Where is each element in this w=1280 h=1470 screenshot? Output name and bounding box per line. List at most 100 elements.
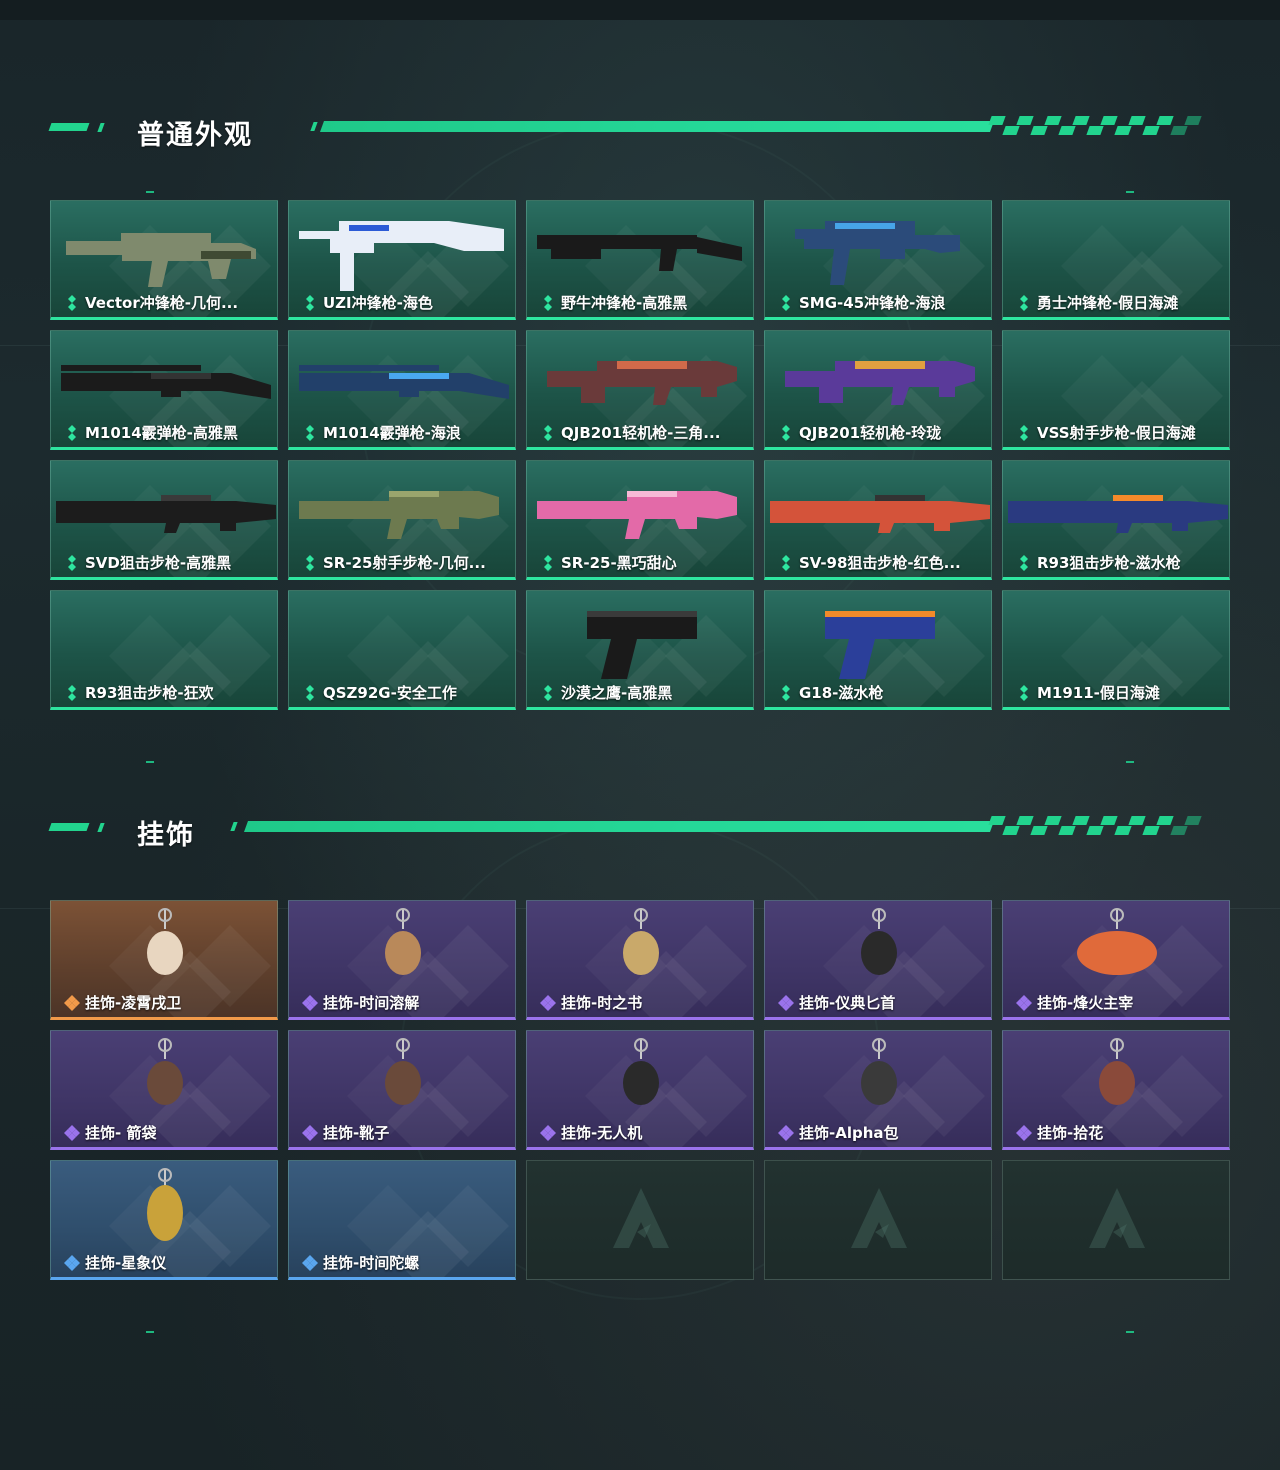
skin-card[interactable]: QJB201轻机枪-三角...	[526, 330, 754, 450]
rarity-icon	[302, 1125, 318, 1141]
header-checker-pattern	[988, 816, 1202, 836]
item-name: 挂饰-凌霄戌卫	[85, 994, 182, 1012]
item-name: SMG-45冲锋枪-海浪	[799, 294, 946, 312]
item-name: 勇士冲锋枪-假日海滩	[1037, 294, 1179, 312]
header-rule-slash	[230, 822, 238, 831]
charm-icon	[623, 908, 659, 975]
header-rule-slash	[310, 122, 318, 131]
rarity-icon	[540, 995, 556, 1011]
skin-card[interactable]: QSZ92G-安全工作	[288, 590, 516, 710]
skin-card[interactable]: SR-25-黑巧甜心	[526, 460, 754, 580]
empty-slot	[526, 1160, 754, 1280]
charm-icon	[147, 1168, 183, 1241]
item-name: 挂饰-星象仪	[85, 1254, 167, 1272]
charm-card[interactable]: 挂饰-凌霄戌卫	[50, 900, 278, 1020]
top-bar	[0, 0, 1280, 20]
pistol-icon	[825, 611, 935, 679]
rarity-icon	[306, 295, 314, 311]
shotgun-icon	[299, 365, 509, 399]
rarity-icon	[782, 685, 790, 701]
empty-slot	[764, 1160, 992, 1280]
skin-card[interactable]: QJB201轻机枪-玲珑	[764, 330, 992, 450]
charm-card[interactable]: 挂饰-Alpha包	[764, 1030, 992, 1150]
skin-card[interactable]: SMG-45冲锋枪-海浪	[764, 200, 992, 320]
header-rule	[319, 121, 995, 132]
rarity-icon	[306, 425, 314, 441]
item-name: 挂饰- 箭袋	[85, 1124, 157, 1142]
rarity-icon	[1016, 995, 1032, 1011]
skin-card[interactable]: M1911-假日海滩	[1002, 590, 1230, 710]
corner-tick	[1126, 761, 1134, 763]
item-name: SR-25-黑巧甜心	[561, 554, 677, 572]
item-name: VSS射手步枪-假日海滩	[1037, 424, 1196, 442]
charm-card[interactable]: 挂饰-拾花	[1002, 1030, 1230, 1150]
rarity-icon	[544, 295, 552, 311]
charm-icon	[861, 1038, 897, 1105]
item-name: QJB201轻机枪-三角...	[561, 424, 721, 442]
charm-card[interactable]: 挂饰-仪典匕首	[764, 900, 992, 1020]
skin-card[interactable]: UZI冲锋枪-海色	[288, 200, 516, 320]
rarity-icon	[68, 295, 76, 311]
dmr-icon	[299, 491, 499, 539]
skin-card[interactable]: G18-滋水枪	[764, 590, 992, 710]
rarity-icon	[1020, 685, 1028, 701]
skin-card[interactable]: SR-25射手步枪-几何...	[288, 460, 516, 580]
item-name: 挂饰-靴子	[323, 1124, 390, 1142]
lmg-icon	[785, 361, 975, 405]
item-name: R93狙击步枪-滋水枪	[1037, 554, 1181, 572]
skin-card[interactable]: M1014霰弹枪-海浪	[288, 330, 516, 450]
rarity-icon	[302, 1255, 318, 1271]
skin-card[interactable]: VSS射手步枪-假日海滩	[1002, 330, 1230, 450]
charm-icon	[1077, 908, 1157, 975]
item-name: G18-滋水枪	[799, 684, 884, 702]
skin-card[interactable]: SV-98狙击步枪-红色...	[764, 460, 992, 580]
skin-card[interactable]: 沙漠之鹰-高雅黑	[526, 590, 754, 710]
item-name: 挂饰-无人机	[561, 1124, 643, 1142]
item-name: M1014霰弹枪-海浪	[323, 424, 461, 442]
sniper-icon	[56, 495, 276, 533]
charm-icon	[861, 908, 897, 975]
skin-card[interactable]: 野牛冲锋枪-高雅黑	[526, 200, 754, 320]
charm-card[interactable]: 挂饰-星象仪	[50, 1160, 278, 1280]
header-rule	[243, 821, 995, 832]
corner-tick	[146, 191, 154, 193]
charm-card[interactable]: 挂饰-时之书	[526, 900, 754, 1020]
empty-slot-logo-icon	[613, 1188, 669, 1248]
skin-card[interactable]: Vector冲锋枪-几何...	[50, 200, 278, 320]
item-name: SVD狙击步枪-高雅黑	[85, 554, 232, 572]
skin-card[interactable]: 勇士冲锋枪-假日海滩	[1002, 200, 1230, 320]
rarity-icon	[544, 685, 552, 701]
rarity-icon	[778, 1125, 794, 1141]
charm-card[interactable]: 挂饰-时间溶解	[288, 900, 516, 1020]
item-name: M1014霰弹枪-高雅黑	[85, 424, 238, 442]
skin-card[interactable]: R93狙击步枪-狂欢	[50, 590, 278, 710]
item-name: R93狙击步枪-狂欢	[85, 684, 214, 702]
charm-card[interactable]: 挂饰-靴子	[288, 1030, 516, 1150]
rarity-icon	[544, 425, 552, 441]
empty-slot	[1002, 1160, 1230, 1280]
empty-slot-logo-icon	[851, 1188, 907, 1248]
skin-card[interactable]: SVD狙击步枪-高雅黑	[50, 460, 278, 580]
rarity-icon	[68, 685, 76, 701]
item-name: QJB201轻机枪-玲珑	[799, 424, 942, 442]
charm-card[interactable]: 挂饰-无人机	[526, 1030, 754, 1150]
charm-card[interactable]: 挂饰- 箭袋	[50, 1030, 278, 1150]
item-name: 挂饰-仪典匕首	[799, 994, 896, 1012]
charm-icon	[623, 1038, 659, 1105]
skin-card[interactable]: M1014霰弹枪-高雅黑	[50, 330, 278, 450]
section-title: 挂饰	[137, 820, 195, 851]
corner-tick	[146, 761, 154, 763]
skin-card[interactable]: R93狙击步枪-滋水枪	[1002, 460, 1230, 580]
corner-tick	[146, 1331, 154, 1333]
charm-icon	[147, 908, 183, 975]
item-name: 野牛冲锋枪-高雅黑	[561, 294, 688, 312]
item-name: QSZ92G-安全工作	[323, 684, 457, 702]
rarity-icon	[778, 995, 794, 1011]
charm-card[interactable]: 挂饰-时间陀螺	[288, 1160, 516, 1280]
header-accent-slash	[97, 823, 105, 832]
smg-45-icon	[795, 221, 960, 285]
item-name: M1911-假日海滩	[1037, 684, 1160, 702]
corner-tick	[1126, 191, 1134, 193]
charm-card[interactable]: 挂饰-烽火主宰	[1002, 900, 1230, 1020]
charm-icon	[385, 908, 421, 975]
